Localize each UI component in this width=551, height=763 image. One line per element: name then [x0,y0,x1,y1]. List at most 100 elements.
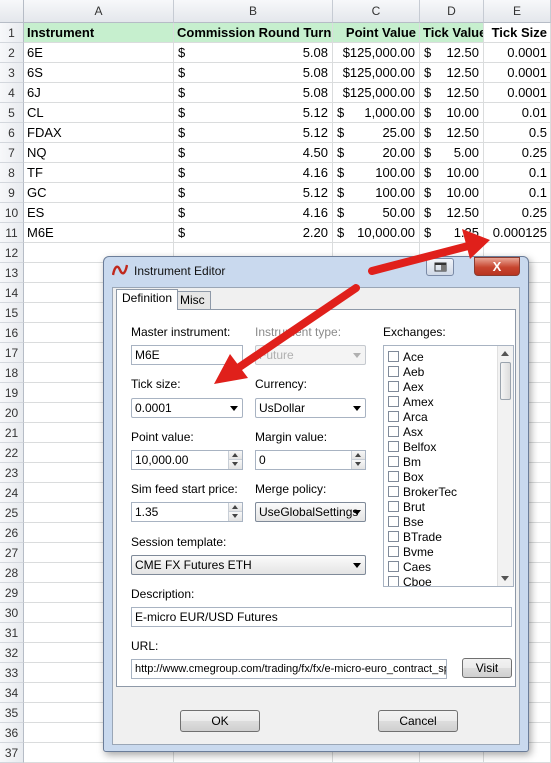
header-cell[interactable]: Point Value [333,23,420,43]
spin-up-icon[interactable] [229,451,242,460]
tab-misc[interactable]: Misc [174,291,211,310]
table-cell[interactable]: $5.08 [174,63,333,83]
row-header[interactable]: 11 [0,223,24,243]
close-button[interactable]: X [474,257,520,276]
row-header[interactable]: 36 [0,723,24,743]
checkbox-icon[interactable] [388,456,399,467]
table-cell[interactable]: $5.08 [174,43,333,63]
scroll-up-icon[interactable] [501,351,509,356]
spin-up-icon[interactable] [352,451,365,460]
row-header[interactable]: 14 [0,283,24,303]
table-cell[interactable]: $100.00 [333,183,420,203]
row-header[interactable]: 6 [0,123,24,143]
header-cell[interactable]: Instrument [24,23,174,43]
row-header[interactable]: 18 [0,363,24,383]
point-value-spinner[interactable] [228,451,242,469]
description-field[interactable]: E-micro EUR/USD Futures [131,607,512,627]
session-template-select[interactable]: CME FX Futures ETH [131,555,366,575]
margin-value-spinner[interactable] [351,451,365,469]
table-cell[interactable]: M6E [24,223,174,243]
row-header[interactable]: 23 [0,463,24,483]
exchanges-scrollbar[interactable] [497,346,513,586]
exchange-item[interactable]: Cboe [388,575,432,586]
exchange-item[interactable]: Caes [388,560,431,575]
sim-feed-start-price-field[interactable]: 1.35 [131,502,243,522]
table-cell[interactable]: $4.50 [174,143,333,163]
row-header[interactable]: 4 [0,83,24,103]
table-cell[interactable]: $5.08 [174,83,333,103]
table-cell[interactable]: $12.50 [420,123,484,143]
table-cell[interactable]: $50.00 [333,203,420,223]
exchange-item[interactable]: Amex [388,395,434,410]
exchange-item[interactable]: Belfox [388,440,436,455]
table-cell[interactable]: $10,000.00 [333,223,420,243]
table-cell[interactable]: $12.50 [420,43,484,63]
table-cell[interactable]: $10.00 [420,183,484,203]
row-header[interactable]: 17 [0,343,24,363]
row-header[interactable]: 5 [0,103,24,123]
currency-select[interactable]: UsDollar [255,398,366,418]
point-value-field[interactable]: 10,000.00 [131,450,243,470]
row-header[interactable]: 25 [0,503,24,523]
row-header[interactable]: 15 [0,303,24,323]
row-header[interactable]: 10 [0,203,24,223]
exchanges-list[interactable]: Ace Aeb Aex Amex Arca Asx Belfox Bm Box BrokerTec… [383,345,514,587]
visit-button[interactable]: Visit [462,658,512,678]
spin-down-icon[interactable] [229,512,242,521]
table-cell[interactable]: NQ [24,143,174,163]
scroll-thumb[interactable] [500,362,511,400]
restore-button[interactable] [426,258,454,276]
row-header[interactable]: 28 [0,563,24,583]
table-cell[interactable]: TF [24,163,174,183]
tab-definition[interactable]: Definition [116,289,179,310]
merge-policy-select[interactable]: UseGlobalSettings [255,502,366,522]
table-cell[interactable]: $10.00 [420,163,484,183]
column-header-b[interactable]: B [174,0,333,23]
row-header[interactable]: 3 [0,63,24,83]
table-cell[interactable]: 0.25 [484,203,551,223]
row-header[interactable]: 8 [0,163,24,183]
table-cell[interactable]: 6S [24,63,174,83]
table-cell[interactable]: 0.25 [484,143,551,163]
table-cell[interactable]: $12.50 [420,203,484,223]
table-cell[interactable]: $1,000.00 [333,103,420,123]
table-cell[interactable]: 0.0001 [484,63,551,83]
table-cell[interactable]: 0.1 [484,183,551,203]
checkbox-icon[interactable] [388,531,399,542]
row-header[interactable]: 35 [0,703,24,723]
exchange-item[interactable]: Brut [388,500,425,515]
table-cell[interactable]: $5.12 [174,183,333,203]
checkbox-icon[interactable] [388,471,399,482]
row-header[interactable]: 20 [0,403,24,423]
checkbox-icon[interactable] [388,576,399,586]
row-header[interactable]: 27 [0,543,24,563]
table-cell[interactable]: $12.50 [420,83,484,103]
table-cell[interactable]: 0.01 [484,103,551,123]
row-header[interactable]: 16 [0,323,24,343]
row-header[interactable]: 32 [0,643,24,663]
exchange-item[interactable]: Bvme [388,545,434,560]
table-cell[interactable]: 0.000125 [484,223,551,243]
table-cell[interactable]: $125,000.00 [333,63,420,83]
table-cell[interactable]: $4.16 [174,203,333,223]
table-cell[interactable]: 0.0001 [484,83,551,103]
checkbox-icon[interactable] [388,546,399,557]
exchange-item[interactable]: Aeb [388,365,424,380]
column-header-c[interactable]: C [333,0,420,23]
column-header-e[interactable]: E [484,0,551,23]
exchange-item[interactable]: Asx [388,425,423,440]
row-header[interactable]: 9 [0,183,24,203]
table-cell[interactable]: GC [24,183,174,203]
header-cell[interactable]: Tick Value [420,23,484,43]
cancel-button[interactable]: Cancel [378,710,458,732]
checkbox-icon[interactable] [388,396,399,407]
exchange-item[interactable]: Aex [388,380,424,395]
table-cell[interactable]: $5.12 [174,123,333,143]
table-cell[interactable]: 6J [24,83,174,103]
row-header[interactable]: 2 [0,43,24,63]
row-header[interactable]: 21 [0,423,24,443]
dialog-titlebar[interactable]: Instrument Editor X [104,257,528,285]
row-header[interactable]: 26 [0,523,24,543]
checkbox-icon[interactable] [388,366,399,377]
header-cell[interactable]: Tick Size [484,23,551,43]
